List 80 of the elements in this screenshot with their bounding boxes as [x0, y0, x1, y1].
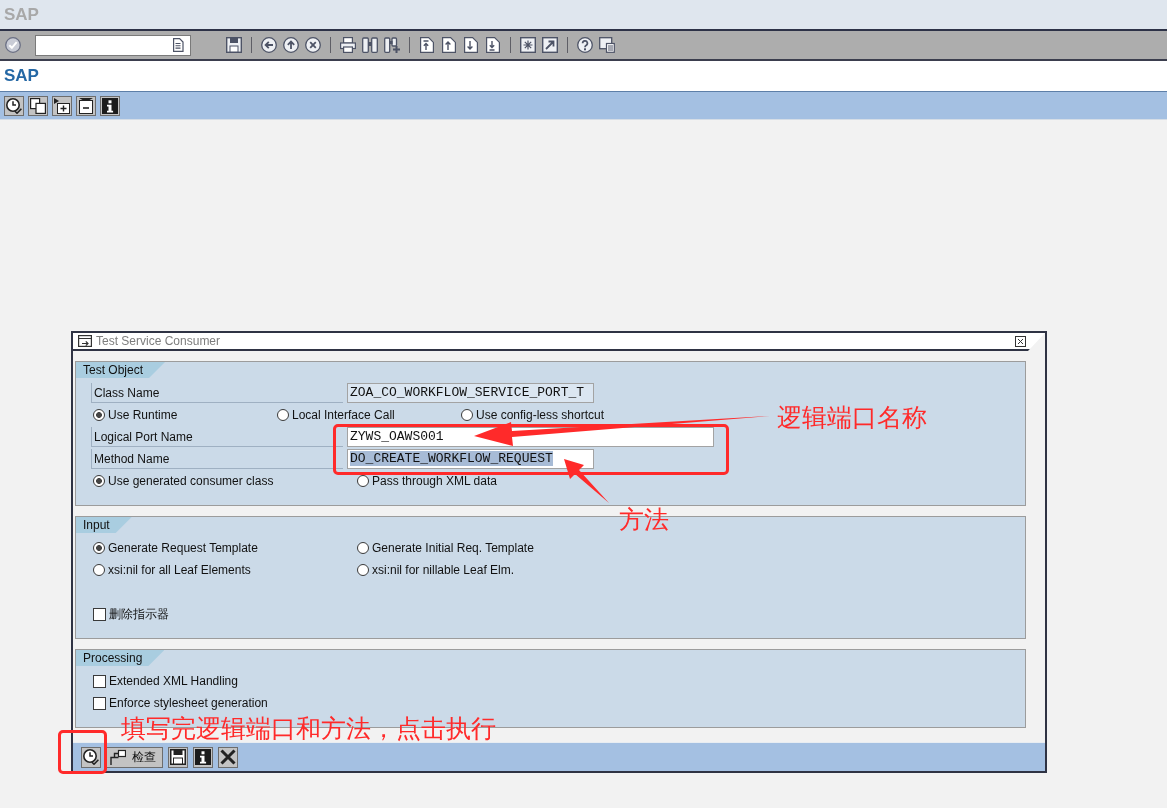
group-title: Test Object [76, 362, 166, 378]
radio-button[interactable] [93, 564, 105, 576]
copy-button[interactable] [28, 95, 48, 116]
expand-button[interactable] [52, 95, 72, 116]
field-value: ZYWS_OAWS001 [350, 429, 444, 444]
dialog-title: Test Service Consumer [96, 334, 222, 348]
radio-button[interactable] [93, 542, 105, 554]
annotation-text: 逻辑端口名称 [777, 405, 927, 430]
execute-button[interactable] [81, 746, 101, 768]
radio-label: xsi:nil for all Leaf Elements [108, 563, 251, 577]
group-title: Input [76, 517, 132, 533]
binoculars-icon[interactable] [362, 37, 378, 53]
annotation-text: 填写完逻辑端口和方法，点击执行 [121, 716, 496, 741]
radio-label: xsi:nil for nillable Leaf Elm. [372, 563, 515, 577]
radio-button[interactable] [93, 475, 105, 487]
command-field[interactable] [35, 34, 191, 56]
radio-button[interactable] [357, 564, 369, 576]
radio-button[interactable] [357, 542, 369, 554]
help-icon[interactable] [577, 37, 593, 53]
radio-label: Use Runtime [108, 408, 178, 422]
highlight-frame [58, 730, 107, 774]
radio-button[interactable] [93, 409, 105, 421]
field-label: Class Name [91, 383, 343, 403]
pages-icon [30, 97, 46, 114]
screen-title: SAP [4, 66, 39, 86]
checkbox-label: 删除指示器 [109, 605, 169, 623]
checkbox-label: Extended XML Handling [109, 674, 238, 688]
x-icon [220, 749, 236, 765]
callout-arrow [564, 459, 609, 503]
radio-label: Pass through XML data [372, 474, 497, 488]
radio-label: Use generated consumer class [108, 474, 274, 488]
field-value: DO_CREATE_WORKFLOW_REQUEST [350, 451, 553, 466]
binoculars-plus-icon[interactable] [384, 37, 400, 53]
radio-button[interactable] [461, 409, 473, 421]
radio-label: Use config-less shortcut [476, 408, 605, 422]
field-label: Method Name [91, 449, 343, 469]
page-arrow-icon[interactable] [441, 37, 457, 53]
plus-page-icon [54, 97, 70, 114]
radio-label: Local Interface Call [292, 408, 395, 422]
radio-button[interactable] [277, 409, 289, 421]
clock-icon [6, 97, 22, 114]
check-button[interactable]: 检查 [106, 746, 163, 768]
checkbox[interactable] [93, 696, 106, 710]
up-arrow-icon[interactable] [283, 37, 299, 53]
page-arrow-icon[interactable] [419, 37, 435, 53]
info-icon [102, 97, 118, 114]
printer-icon[interactable] [340, 37, 356, 53]
info-button[interactable] [193, 746, 213, 768]
info-icon [195, 749, 211, 765]
group-title: Processing [76, 650, 165, 666]
cancel-button[interactable] [218, 746, 238, 768]
collapse-button[interactable] [76, 95, 96, 116]
checkbox[interactable] [93, 674, 106, 688]
radio-label: Generate Request Template [108, 541, 258, 555]
star-box-icon[interactable] [520, 37, 536, 53]
list-icon[interactable] [173, 38, 184, 52]
radio-button[interactable] [357, 475, 369, 487]
x-circle-icon[interactable] [305, 37, 321, 53]
save-button[interactable] [168, 746, 188, 768]
checkbox[interactable] [93, 607, 106, 621]
minus-page-icon [78, 97, 94, 114]
checkbox-label: Enforce stylesheet generation [109, 696, 268, 710]
checkmark-icon[interactable] [5, 37, 21, 53]
input-field[interactable]: DO_CREATE_WORKFLOW_REQUEST [347, 449, 594, 469]
hierarchy-icon [110, 749, 126, 765]
arrow-box-icon[interactable] [542, 37, 558, 53]
field-label: Logical Port Name [91, 427, 343, 447]
left-arrow-icon[interactable] [261, 37, 277, 53]
monitor-icon[interactable] [599, 37, 615, 53]
close-icon[interactable] [1015, 335, 1026, 347]
page-arrow-icon[interactable] [463, 37, 479, 53]
annotation-text: 方法 [619, 507, 669, 532]
radio-label: Generate Initial Req. Template [372, 541, 534, 555]
info-button[interactable] [100, 95, 120, 116]
field-value: ZOA_CO_WORKFLOW_SERVICE_PORT_T [350, 385, 585, 400]
page-arrow-icon[interactable] [485, 37, 501, 53]
system-title: SAP [4, 4, 39, 25]
clock-icon [83, 749, 99, 765]
execute-button[interactable] [4, 95, 24, 116]
input-field[interactable]: ZOA_CO_WORKFLOW_SERVICE_PORT_T [347, 383, 594, 403]
